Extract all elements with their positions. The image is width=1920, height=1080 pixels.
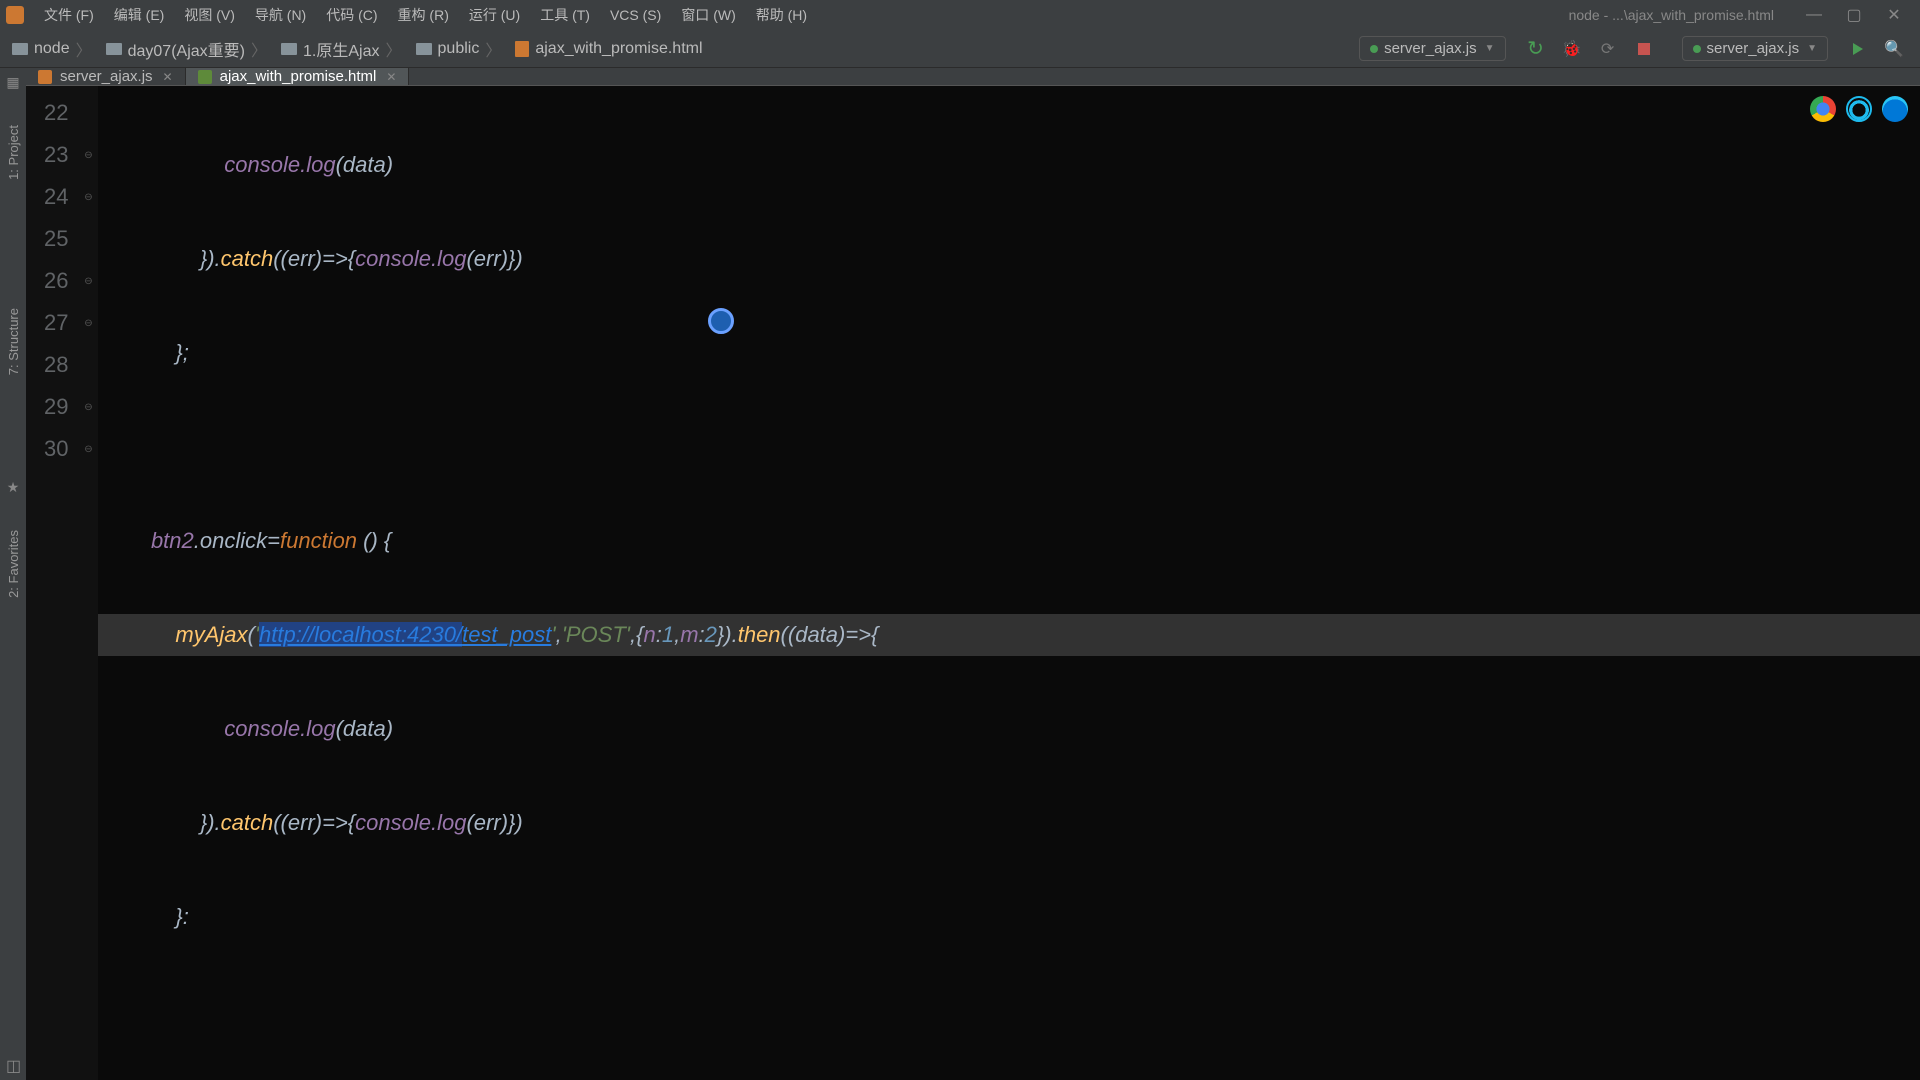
favorites-tool-tab[interactable]: 2: Favorites — [6, 526, 21, 602]
tab-server-ajax[interactable]: server_ajax.js ✕ — [26, 68, 186, 85]
crumb-file[interactable]: ajax_with_promise.html — [511, 40, 706, 58]
folder-icon — [12, 43, 28, 55]
crumb-1[interactable]: day07(Ajax重要)〉 — [102, 37, 277, 61]
line-number-gutter: 222324252627282930 — [26, 86, 78, 1080]
project-tool-tab[interactable]: 1: Project — [6, 121, 21, 184]
close-tab-icon[interactable]: ✕ — [163, 70, 173, 84]
crumb-label: day07(Ajax重要) — [128, 37, 245, 61]
menu-file[interactable]: 文件 (F) — [34, 5, 104, 25]
execute-button[interactable] — [1844, 35, 1872, 63]
menu-code[interactable]: 代码 (C) — [316, 5, 387, 25]
crumb-root[interactable]: node〉 — [8, 37, 102, 61]
edge-icon[interactable] — [1882, 96, 1908, 122]
run-config-dropdown[interactable]: server_ajax.js▼ — [1359, 36, 1505, 61]
menu-tools[interactable]: 工具 (T) — [530, 5, 600, 25]
run-config-label: server_ajax.js — [1384, 40, 1477, 57]
code-content[interactable]: console.log(data) }).catch((err)=>{conso… — [98, 86, 1920, 1080]
js-file-icon — [38, 70, 52, 84]
minimize-button[interactable]: — — [1794, 6, 1834, 24]
menu-navigate[interactable]: 导航 (N) — [245, 5, 316, 25]
close-window-button[interactable]: ✕ — [1874, 5, 1914, 25]
structure-tool-tab[interactable]: 7: Structure — [6, 304, 21, 379]
app-icon — [6, 6, 24, 24]
menu-help[interactable]: 帮助 (H) — [746, 5, 817, 25]
html-file-icon — [198, 70, 212, 84]
status-dot-icon — [1370, 45, 1378, 53]
window-title: node - ...\ajax_with_promise.html — [1569, 7, 1774, 23]
crumb-3[interactable]: public〉 — [412, 37, 512, 61]
maximize-button[interactable]: ▢ — [1834, 5, 1874, 25]
left-tool-strip: ▦ 1: Project 7: Structure ★ 2: Favorites — [0, 68, 26, 1080]
code-editor[interactable]: 222324252627282930 ⊖⊖⊖⊖⊖⊖ console.log(da… — [26, 86, 1920, 1080]
tool-windows-icon[interactable]: ◫ — [6, 1056, 21, 1076]
menu-edit[interactable]: 编辑 (E) — [104, 5, 175, 25]
status-dot-icon — [1693, 45, 1701, 53]
crumb-label: public — [438, 40, 480, 58]
project-tool-icon[interactable]: ▦ — [6, 74, 19, 91]
menu-run[interactable]: 运行 (U) — [459, 5, 530, 25]
menu-vcs[interactable]: VCS (S) — [600, 7, 671, 23]
folder-icon — [281, 43, 297, 55]
cursor-highlight-icon — [708, 308, 734, 334]
coverage-button[interactable]: ⟳ — [1594, 35, 1622, 63]
title-bar: 文件 (F) 编辑 (E) 视图 (V) 导航 (N) 代码 (C) 重构 (R… — [0, 0, 1920, 30]
open-in-browser-toolbar — [1810, 96, 1908, 122]
nav-row: node〉 day07(Ajax重要)〉 1.原生Ajax〉 public〉 a… — [0, 30, 1920, 68]
tab-label: ajax_with_promise.html — [220, 68, 377, 85]
html-file-icon — [515, 41, 529, 57]
folder-icon — [416, 43, 432, 55]
tab-ajax-with-promise[interactable]: ajax_with_promise.html ✕ — [186, 68, 410, 85]
crumb-label: node — [34, 40, 70, 58]
crumb-2[interactable]: 1.原生Ajax〉 — [277, 37, 412, 61]
run-config-label: server_ajax.js — [1707, 40, 1800, 57]
debug-button[interactable]: 🐞 — [1558, 35, 1586, 63]
tab-label: server_ajax.js — [60, 68, 153, 85]
stop-button[interactable] — [1630, 35, 1658, 63]
run-button[interactable]: ↻ — [1522, 35, 1550, 63]
crumb-label: 1.原生Ajax — [303, 37, 379, 61]
favorites-star-icon: ★ — [7, 479, 20, 496]
menu-refactor[interactable]: 重构 (R) — [388, 5, 459, 25]
close-tab-icon[interactable]: ✕ — [386, 70, 396, 84]
folder-icon — [106, 43, 122, 55]
fold-gutter[interactable]: ⊖⊖⊖⊖⊖⊖ — [78, 86, 98, 1080]
run-config-dropdown-2[interactable]: server_ajax.js▼ — [1682, 36, 1828, 61]
chrome-icon[interactable] — [1810, 96, 1836, 122]
crumb-label: ajax_with_promise.html — [535, 40, 702, 58]
editor-tab-bar: server_ajax.js ✕ ajax_with_promise.html … — [26, 68, 1920, 86]
search-everywhere-button[interactable]: 🔍 — [1880, 35, 1908, 63]
menu-window[interactable]: 窗口 (W) — [671, 5, 745, 25]
menu-view[interactable]: 视图 (V) — [174, 5, 245, 25]
ie-icon[interactable] — [1846, 96, 1872, 122]
